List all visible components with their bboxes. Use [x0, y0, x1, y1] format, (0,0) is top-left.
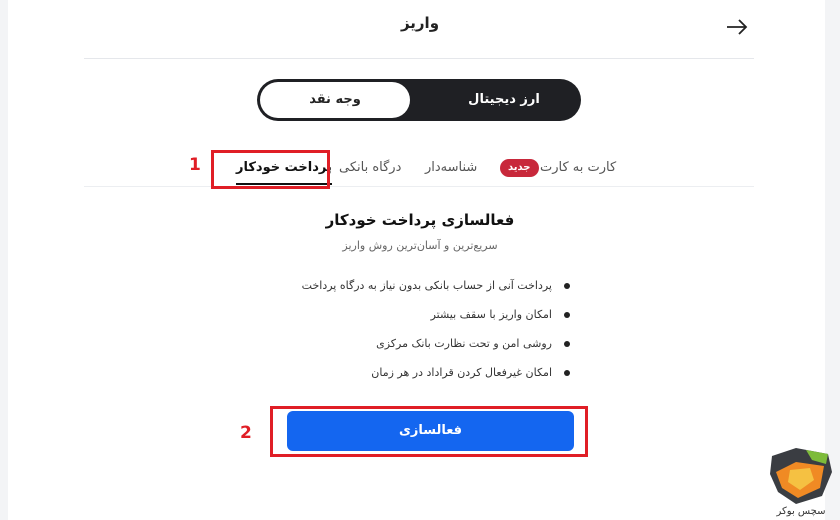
fox-logo-icon	[770, 448, 832, 504]
new-badge: جدید	[500, 159, 539, 177]
highlight-box-button	[270, 406, 588, 457]
tabs-divider	[84, 186, 754, 187]
toggle-cash[interactable]: وجه نقد	[260, 82, 410, 118]
arrow-right-icon	[727, 19, 748, 35]
step-2-label: 2	[240, 423, 252, 443]
section-subtitle: سریع‌ترین و آسان‌ترین روش واریز	[342, 239, 498, 252]
watermark-text: سچس بوکر	[776, 506, 826, 517]
step-1-label: 1	[189, 155, 201, 175]
section-title: فعالسازی پرداخت خودکار	[325, 211, 515, 229]
list-item: پرداخت آنی از حساب بانکی بدون نیاز به در…	[250, 271, 570, 300]
bullet-icon	[564, 312, 570, 318]
feature-text: روشی امن و تحت نظارت بانک مرکزی	[376, 337, 552, 350]
feature-text: امکان غیرفعال کردن قراداد در هر زمان	[371, 366, 552, 379]
tab-shenaseh[interactable]: شناسه‌دار	[425, 153, 477, 183]
payment-method-tabs: کارت به کارت جدید شناسه‌دار درگاه بانکی …	[84, 153, 754, 187]
bullet-icon	[564, 370, 570, 376]
page-title: واریز	[400, 14, 440, 32]
feature-text: امکان واریز با سقف بیشتر	[430, 308, 552, 321]
tab-bank-gateway[interactable]: درگاه بانکی	[339, 153, 401, 183]
deposit-type-toggle: ارز دیجیتال وجه نقد	[257, 79, 581, 121]
highlight-box-tab	[211, 150, 330, 189]
back-button[interactable]	[724, 16, 750, 38]
feature-text: پرداخت آنی از حساب بانکی بدون نیاز به در…	[301, 279, 552, 292]
bullet-icon	[564, 283, 570, 289]
header-divider	[84, 58, 754, 59]
list-item: امکان غیرفعال کردن قراداد در هر زمان	[250, 358, 570, 387]
bullet-icon	[564, 341, 570, 347]
toggle-crypto[interactable]: ارز دیجیتال	[427, 79, 581, 121]
tab-card-to-card[interactable]: کارت به کارت	[540, 153, 616, 183]
watermark-logo: سچس بوکر	[766, 442, 836, 520]
list-item: روشی امن و تحت نظارت بانک مرکزی	[250, 329, 570, 358]
list-item: امکان واریز با سقف بیشتر	[250, 300, 570, 329]
feature-list: پرداخت آنی از حساب بانکی بدون نیاز به در…	[250, 271, 570, 387]
